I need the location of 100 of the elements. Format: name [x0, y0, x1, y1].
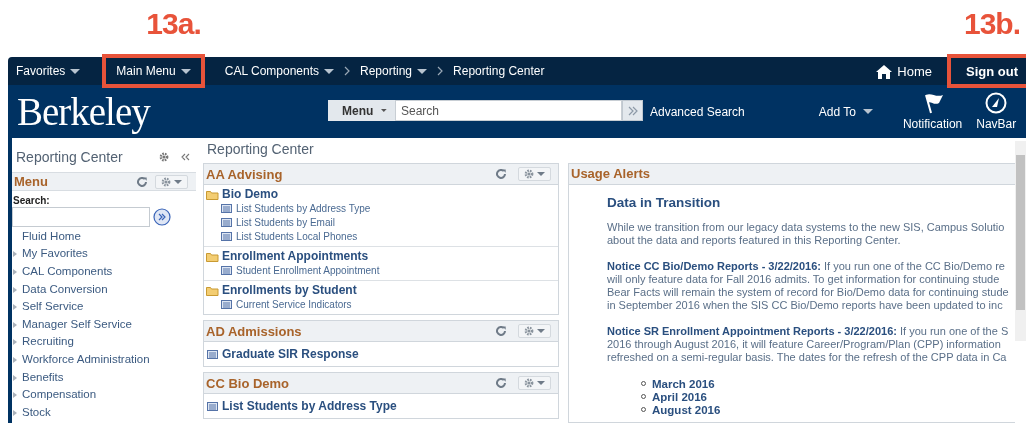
text-line: Bear Facts will remain the system of record for Bio/Demo data for continuing stude [607, 286, 1010, 299]
home-icon [876, 63, 893, 79]
nav-menu[interactable]: Favorites [16, 64, 81, 78]
collapse-button[interactable] [181, 153, 190, 161]
report-link[interactable]: List Students Local Phones [221, 229, 358, 243]
text-line: Notice SR Enrollment Appointment Reports - 3/22/2016: If you run one of the S [607, 325, 1010, 338]
menu-item[interactable]: My Favorites [22, 247, 88, 260]
menu-item[interactable]: Fluid Home [22, 229, 81, 242]
caret-icon [324, 68, 334, 74]
folder-icon [206, 284, 219, 296]
refresh-icon [496, 326, 506, 336]
refresh-icon [496, 378, 506, 388]
report-link[interactable]: Graduate SIR Response [204, 343, 362, 365]
advanced-search-link[interactable]: Advanced Search [650, 104, 745, 119]
sidebar-title: Reporting Center [16, 149, 124, 165]
settings-menu-button[interactable] [518, 376, 551, 390]
expand-arrow-icon [13, 374, 17, 381]
text-line: in September 2016 when the SIS CC Bio/Demo reports have been updated to inc [607, 299, 1004, 312]
caret-icon [537, 329, 545, 333]
nav-menu[interactable]: Main Menu [116, 64, 191, 78]
menu-item[interactable]: Benefits [22, 370, 64, 383]
report-link[interactable]: Current Service Indicators [221, 297, 352, 311]
expand-arrow-icon [13, 356, 17, 363]
folder-link[interactable]: Enrollments by Student [206, 283, 357, 297]
alert-heading: Data in Transition [607, 195, 722, 210]
refresh-icon [137, 176, 147, 187]
report-link[interactable]: List Students by Address Type [221, 201, 371, 215]
expand-arrow-icon [13, 321, 17, 328]
menu-search-field[interactable] [12, 207, 150, 227]
callout-label: 13a. [146, 7, 201, 41]
report-icon [221, 299, 232, 309]
breadcrumb-link[interactable]: Reporting Center [453, 64, 545, 78]
settings-button[interactable] [159, 152, 169, 162]
caret-icon [417, 68, 428, 74]
expand-arrow-icon [13, 339, 17, 346]
callout-label: 13b. [963, 7, 1020, 41]
add-to-menu[interactable]: Add To [818, 104, 873, 119]
date-item: April 2016 [652, 390, 707, 403]
pagelet-title: AA Advising [206, 166, 284, 182]
report-link[interactable]: List Students by Address Type [204, 395, 400, 417]
menu-item[interactable]: Workforce Administration [22, 352, 150, 365]
report-icon [221, 231, 232, 241]
pagelet-title: AD Admissions [206, 323, 303, 339]
chevron-icon [437, 66, 444, 76]
scrollbar[interactable] [1015, 141, 1026, 341]
menu-item[interactable]: Stock [22, 405, 51, 418]
report-link[interactable]: List Students by Email [221, 215, 335, 229]
double-chevron-icon [627, 105, 638, 116]
text-line: about the data and reports featured in this Reporting Center. [607, 234, 902, 247]
date-item: August 2016 [652, 403, 721, 416]
folder-icon [206, 250, 219, 262]
notification-button[interactable]: Notification [902, 92, 963, 131]
caret-icon [381, 108, 387, 113]
menu-item[interactable]: Recruiting [22, 335, 74, 348]
expand-arrow-icon [13, 304, 17, 311]
text-line: refreshed on a semi-regular basis. The dates for the refresh of the CPP data in Ca [607, 351, 1008, 364]
report-icon [221, 217, 232, 227]
menu-item[interactable]: Manager Self Service [22, 317, 132, 330]
search-scope-button[interactable]: Menu [328, 100, 395, 121]
double-chevron-icon [153, 207, 171, 226]
report-icon [221, 203, 232, 213]
home-link[interactable]: Home [876, 63, 932, 79]
report-link[interactable]: Student Enrollment Appointment [221, 263, 380, 277]
search-button[interactable] [622, 100, 643, 121]
sign-out-link[interactable]: Sign out [966, 63, 1018, 79]
menu-item[interactable]: Data Conversion [22, 282, 108, 295]
search-button[interactable] [153, 207, 171, 226]
caret-icon [537, 381, 545, 385]
flag-icon [922, 92, 943, 114]
refresh-icon [496, 169, 506, 179]
caret-icon [70, 68, 81, 74]
text-line: Notice CC Bio/Demo Reports - 3/22/2016: If you run one of the CC Bio/Demo re [607, 260, 1006, 273]
chevron-icon [344, 66, 350, 76]
folder-link[interactable]: Enrollment Appointments [206, 249, 369, 263]
menu-item[interactable]: Self Service [22, 300, 84, 313]
text-line: will only feature data for Fall 2016 admits. To get information for continuing stude [607, 273, 1001, 286]
breadcrumb-link[interactable]: Reporting [360, 64, 428, 78]
breadcrumb-link[interactable]: CAL Components [224, 64, 334, 78]
search-field[interactable]: Search [395, 100, 622, 121]
expand-arrow-icon [13, 269, 17, 275]
menu-item[interactable]: Compensation [22, 388, 97, 401]
settings-menu-button[interactable] [518, 324, 551, 338]
menu-item[interactable]: CAL Components [22, 265, 113, 277]
logo: Berkeley [17, 89, 152, 134]
pagelet-title: Usage Alerts [569, 164, 1015, 185]
settings-menu-button[interactable] [518, 167, 551, 181]
date-item: March 2016 [652, 377, 715, 390]
search-label: Search: [13, 195, 51, 206]
page-title: Reporting Center [207, 141, 315, 157]
report-icon [207, 401, 218, 411]
caret-icon [537, 172, 545, 176]
report-icon [207, 349, 218, 359]
settings-icon [161, 176, 171, 187]
settings-icon [524, 378, 534, 388]
folder-link[interactable]: Bio Demo [206, 187, 278, 201]
pagelet-title: CC Bio Demo [206, 375, 291, 391]
settings-icon [524, 169, 534, 179]
navbar-button[interactable]: NavBar [976, 92, 1017, 131]
compass-icon [985, 92, 1008, 114]
settings-menu-button[interactable] [155, 174, 188, 189]
